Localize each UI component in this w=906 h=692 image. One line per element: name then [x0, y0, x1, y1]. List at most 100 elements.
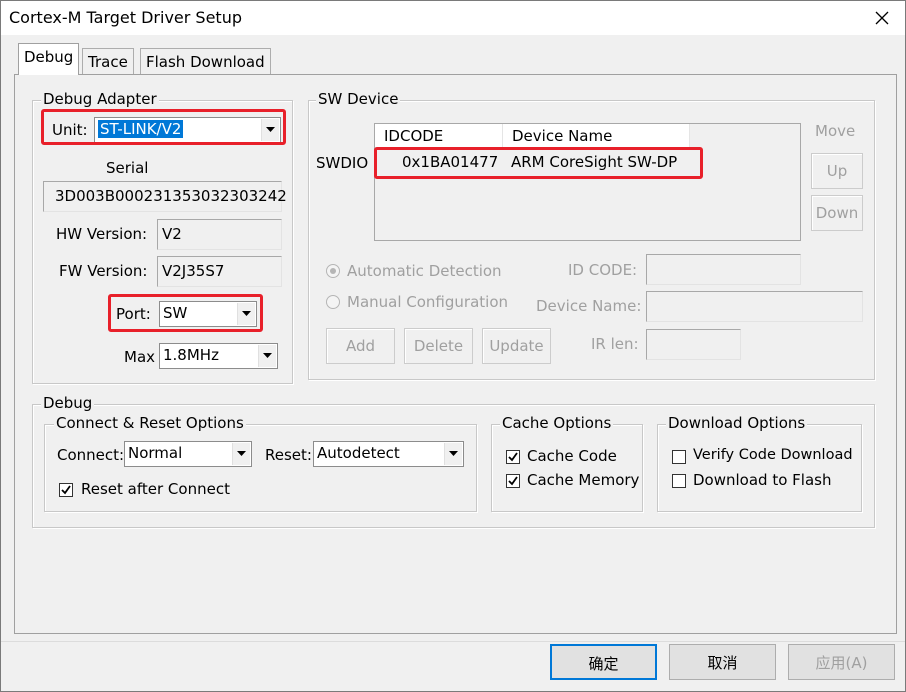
add-label: Add	[345, 337, 376, 355]
chevron-down-icon	[266, 127, 275, 132]
connect-label: Connect:	[57, 446, 125, 464]
automatic-detection-label: Automatic Detection	[347, 262, 502, 280]
chevron-down-icon	[449, 451, 458, 456]
connect-select[interactable]: Normal	[124, 441, 252, 467]
chevron-down-icon	[242, 311, 251, 316]
ok-button[interactable]: 确定	[550, 644, 657, 680]
column-header-idcode-label: IDCODE	[384, 127, 444, 145]
move-label: Move	[815, 122, 856, 140]
hw-version-field: V2	[157, 219, 282, 250]
port-label: Port:	[116, 305, 151, 323]
tab-trace[interactable]: Trace	[82, 48, 134, 76]
serial-label: Serial	[106, 159, 149, 177]
max-clock-label: Max	[124, 348, 156, 366]
cache-memory-label: Cache Memory	[527, 471, 640, 489]
update-button[interactable]: Update	[482, 328, 551, 364]
device-list[interactable]: IDCODE Device Name 0x1BA01477 ARM CoreSi…	[374, 123, 801, 241]
tab-flash-download[interactable]: Flash Download	[140, 48, 271, 76]
reset-value: Autodetect	[317, 444, 400, 462]
fw-version-value: V2J35S7	[162, 262, 225, 280]
device-name-input[interactable]	[646, 291, 863, 322]
checkmark-icon	[508, 452, 518, 462]
download-options-group	[657, 424, 862, 512]
debug-adapter-legend: Debug Adapter	[41, 90, 159, 108]
ir-len-label: IR len:	[591, 335, 639, 353]
download-options-legend: Download Options	[666, 414, 808, 432]
reset-after-connect-label: Reset after Connect	[81, 480, 230, 498]
apply-button[interactable]: 应用(A)	[788, 644, 895, 680]
port-select[interactable]: SW	[159, 301, 257, 327]
fw-version-field: V2J35S7	[157, 256, 282, 287]
cancel-button[interactable]: 取消	[669, 644, 776, 680]
unit-label: Unit:	[52, 121, 88, 139]
debug-legend: Debug	[41, 394, 95, 412]
download-to-flash-label: Download to Flash	[693, 471, 832, 489]
tab-debug[interactable]: Debug	[18, 43, 80, 75]
unit-dropdown-button[interactable]	[261, 119, 279, 141]
manual-configuration-radio[interactable]	[326, 295, 340, 309]
swdio-label: SWDIO	[316, 154, 369, 172]
tab-flash-download-label: Flash Download	[146, 53, 265, 71]
close-icon[interactable]	[869, 5, 895, 31]
port-dropdown-button[interactable]	[237, 303, 255, 325]
connect-dropdown-button[interactable]	[232, 443, 250, 465]
table-row[interactable]: 0x1BA01477 ARM CoreSight SW-DP	[375, 148, 800, 176]
sw-device-legend: SW Device	[316, 90, 401, 108]
connect-reset-legend: Connect & Reset Options	[54, 414, 246, 432]
tab-trace-label: Trace	[88, 53, 128, 71]
move-up-label: Up	[826, 162, 848, 180]
reset-after-connect-checkbox[interactable]	[59, 483, 73, 497]
cache-code-checkbox[interactable]	[506, 450, 520, 464]
hw-version-value: V2	[162, 225, 182, 243]
cache-code-label: Cache Code	[527, 447, 617, 465]
hw-version-label: HW Version:	[56, 225, 148, 243]
row-device-name: ARM CoreSight SW-DP	[511, 153, 678, 171]
title-bar: Cortex-M Target Driver Setup	[1, 1, 905, 35]
reset-dropdown-button[interactable]	[444, 443, 462, 465]
download-to-flash-checkbox[interactable]	[672, 474, 686, 488]
column-header-device-name-label: Device Name	[512, 127, 613, 145]
serial-value: 3D003B000231353032303242	[55, 187, 287, 205]
update-label: Update	[489, 337, 544, 355]
reset-label: Reset:	[265, 446, 312, 464]
unit-select[interactable]: ST-LINK/V2	[94, 117, 281, 143]
ok-label: 确定	[588, 655, 619, 673]
max-clock-select[interactable]: 1.8MHz	[159, 343, 278, 369]
column-header-device-name[interactable]: Device Name	[503, 124, 690, 148]
max-clock-dropdown-button[interactable]	[258, 345, 276, 367]
unit-value: ST-LINK/V2	[98, 120, 184, 138]
delete-label: Delete	[413, 337, 464, 355]
cache-options-legend: Cache Options	[500, 414, 614, 432]
verify-code-download-checkbox[interactable]	[672, 450, 686, 464]
automatic-detection-radio[interactable]	[326, 264, 340, 278]
connect-value: Normal	[128, 444, 183, 462]
move-down-button[interactable]: Down	[811, 195, 863, 231]
row-idcode: 0x1BA01477	[402, 153, 499, 171]
max-clock-value: 1.8MHz	[163, 346, 219, 364]
column-header-idcode[interactable]: IDCODE	[375, 124, 503, 148]
cache-options-group	[491, 424, 643, 512]
chevron-down-icon	[237, 451, 246, 456]
id-code-label: ID CODE:	[568, 261, 638, 279]
apply-label: 应用(A)	[815, 654, 868, 672]
chevron-down-icon	[263, 353, 272, 358]
cancel-label: 取消	[707, 654, 738, 672]
id-code-input[interactable]	[646, 254, 801, 285]
port-value: SW	[163, 304, 188, 322]
ir-len-input[interactable]	[646, 329, 741, 360]
dialog-window: Cortex-M Target Driver Setup Debug Trace…	[0, 0, 906, 692]
checkmark-icon	[508, 476, 518, 486]
fw-version-label: FW Version:	[59, 262, 148, 280]
serial-field: 3D003B000231353032303242	[43, 181, 287, 212]
cache-memory-checkbox[interactable]	[506, 474, 520, 488]
reset-select[interactable]: Autodetect	[313, 441, 464, 467]
move-up-button[interactable]: Up	[811, 153, 863, 189]
device-name-label: Device Name:	[536, 297, 642, 315]
manual-configuration-label: Manual Configuration	[347, 293, 509, 311]
window-title: Cortex-M Target Driver Setup	[9, 8, 242, 27]
delete-button[interactable]: Delete	[404, 328, 473, 364]
connect-reset-group	[44, 424, 477, 512]
verify-code-download-label: Verify Code Download	[693, 447, 853, 463]
add-button[interactable]: Add	[326, 328, 395, 364]
tab-debug-label: Debug	[24, 48, 74, 66]
